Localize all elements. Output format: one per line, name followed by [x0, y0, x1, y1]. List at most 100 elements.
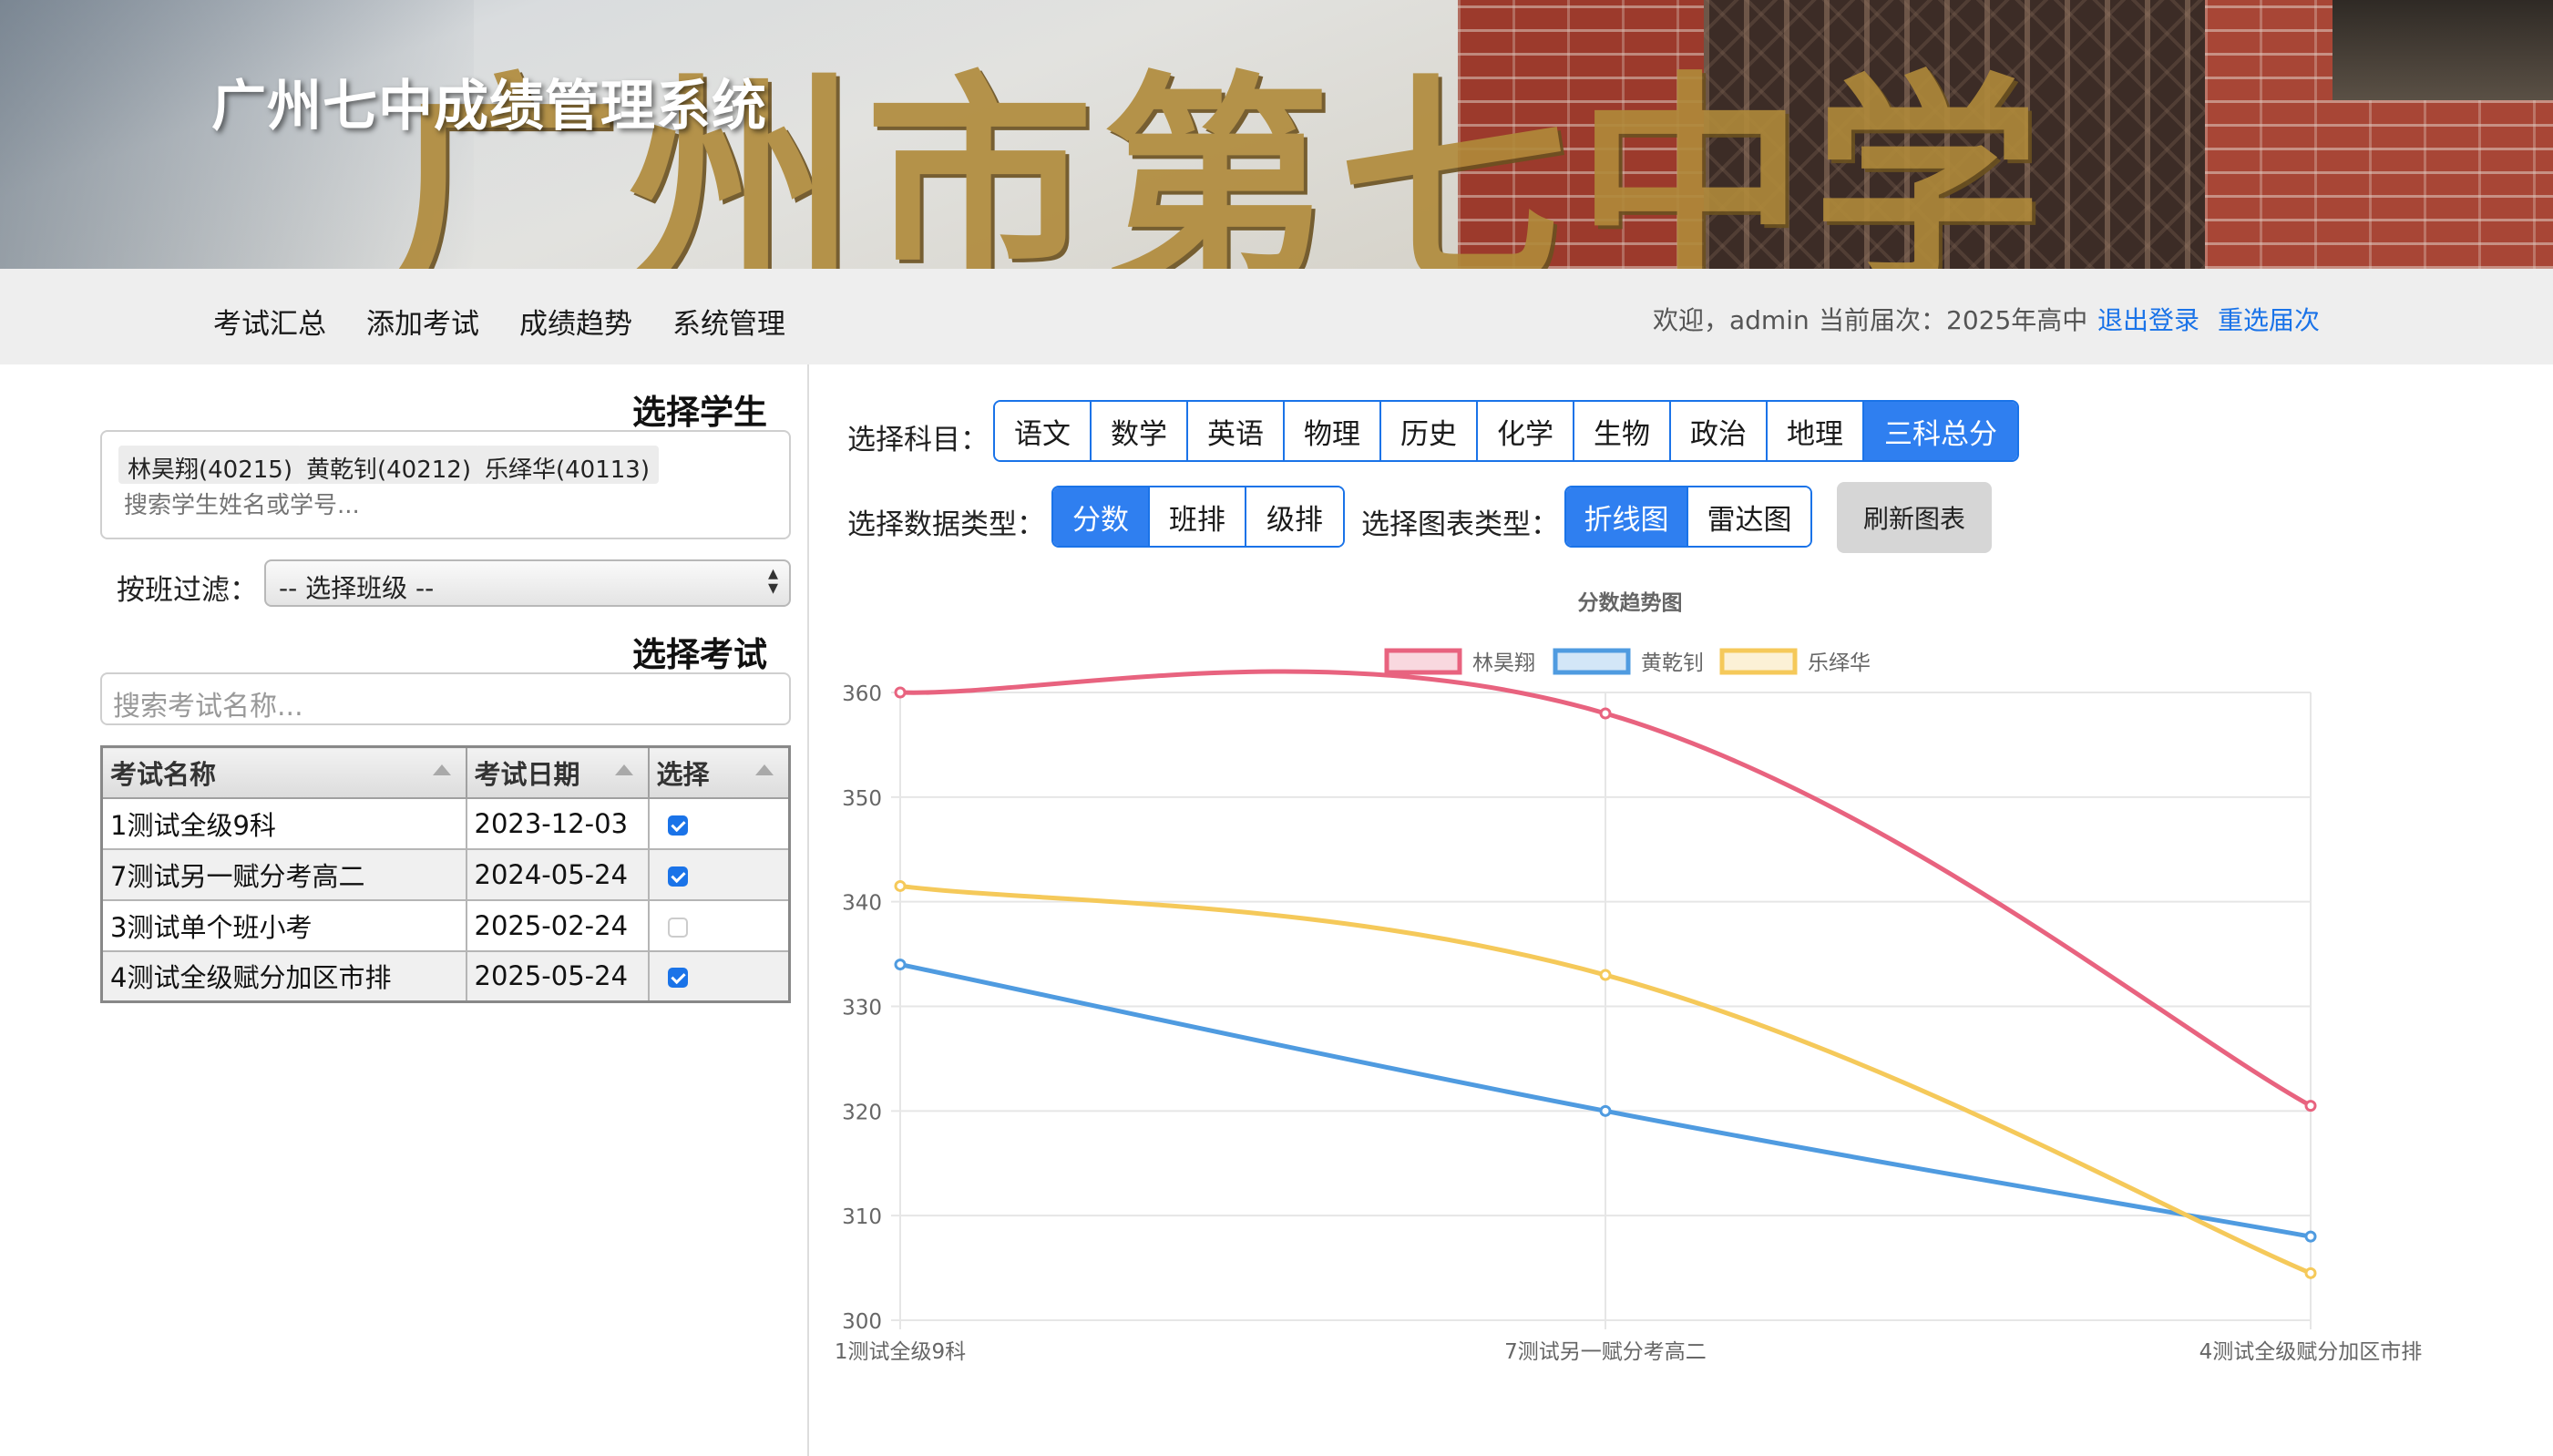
data-point	[1599, 707, 1612, 720]
column-header-exam-name[interactable]: 考试名称	[100, 745, 467, 799]
column-header-select[interactable]: 选择	[647, 745, 791, 799]
exam-table: 考试名称 考试日期 选择 1测试全级9科 2023-12-03 7测试另一赋分考高二…	[100, 745, 791, 1003]
table-row[interactable]: 3测试单个班小考 2025-02-24	[100, 898, 791, 952]
y-tick-label: 340	[842, 892, 882, 916]
exam-select-checkbox[interactable]	[667, 866, 688, 887]
x-tick-label: 1测试全级9科	[835, 1340, 966, 1364]
refresh-chart-button[interactable]: 刷新图表	[1837, 482, 1992, 553]
exam-select-cell	[647, 847, 791, 901]
chart-title: 分数趋势图	[1578, 591, 1683, 615]
data-point	[1599, 969, 1612, 981]
reselect-cohort-link[interactable]: 重选届次	[2218, 301, 2320, 337]
y-tick-label: 310	[842, 1205, 882, 1229]
subject-button-group: 语文 数学 英语 物理 历史 化学 生物 政治 地理 三科总分	[993, 400, 2019, 462]
exam-select-checkbox[interactable]	[667, 968, 688, 989]
chart-type-button[interactable]: 雷达图	[1688, 487, 1810, 546]
x-tick-label: 4测试全级赋分加区市排	[2199, 1340, 2423, 1364]
logout-link[interactable]: 退出登录	[2097, 301, 2199, 337]
sort-icon	[614, 764, 633, 775]
table-row[interactable]: 1测试全级9科 2023-12-03	[100, 796, 791, 850]
exam-search-input[interactable]: 搜索考试名称...	[100, 672, 791, 725]
data-point	[894, 959, 907, 971]
y-tick-label: 350	[842, 787, 882, 811]
exam-select-checkbox[interactable]	[667, 815, 688, 836]
chart-type-button[interactable]: 折线图	[1566, 487, 1688, 546]
select-arrows-icon: ▴ ▾	[767, 562, 778, 600]
subject-button[interactable]: 化学	[1478, 402, 1574, 460]
class-filter-label: 按班过滤：	[117, 574, 258, 607]
data-point	[894, 686, 907, 699]
exam-name-cell: 4测试全级赋分加区市排	[100, 949, 467, 1003]
student-chip[interactable]: 黄乾钊(40212)	[297, 446, 480, 484]
nav-item-add-exam[interactable]: 添加考试	[366, 301, 479, 342]
exam-name-cell: 7测试另一赋分考高二	[100, 847, 467, 901]
current-cohort: 当前届次：2025年高中	[1819, 305, 2088, 335]
subject-button[interactable]: 数学	[1092, 402, 1188, 460]
data-type-button[interactable]: 级排	[1246, 487, 1343, 546]
y-tick-label: 300	[842, 1310, 882, 1334]
legend-swatch	[1384, 648, 1462, 675]
exam-date-cell: 2025-02-24	[465, 898, 650, 952]
y-tick-label: 320	[842, 1101, 882, 1124]
chart-type-label: 选择图表类型：	[1361, 508, 1559, 541]
table-row[interactable]: 4测试全级赋分加区市排 2025-05-24	[100, 949, 791, 1003]
data-point	[1599, 1104, 1612, 1117]
exam-select-cell	[647, 796, 791, 850]
table-row[interactable]: 7测试另一赋分考高二 2024-05-24	[100, 847, 791, 901]
exam-select-checkbox[interactable]	[667, 917, 688, 938]
student-search-input[interactable]	[124, 492, 671, 519]
data-point	[2304, 1100, 2317, 1113]
data-point	[2304, 1230, 2317, 1243]
legend-label: 乐绎华	[1808, 651, 1871, 675]
series-line	[899, 669, 2312, 1108]
select-exam-title: 选择考试	[632, 635, 767, 674]
y-tick-label: 360	[842, 682, 882, 706]
header-banner: 广州市第七中学 广州七中成绩管理系统	[0, 0, 2553, 269]
data-type-button[interactable]: 班排	[1150, 487, 1246, 546]
data-point	[2304, 1266, 2317, 1279]
subject-button[interactable]: 生物	[1574, 402, 1671, 460]
subject-label: 选择科目：	[847, 424, 989, 456]
student-chip[interactable]: 林昊翔(40215)	[118, 446, 302, 484]
legend-label: 黄乾钊	[1641, 651, 1704, 675]
left-panel: 选择学生 林昊翔(40215) 黄乾钊(40212) 乐绎华(40113) 按班…	[0, 364, 809, 1456]
nav-item-score-trend[interactable]: 成绩趋势	[519, 301, 632, 342]
legend-swatch	[1719, 648, 1798, 675]
subject-button[interactable]: 语文	[995, 402, 1092, 460]
data-point	[894, 879, 907, 892]
subject-button[interactable]: 三科总分	[1864, 402, 2017, 460]
x-tick-label: 7测试另一赋分考高二	[1504, 1340, 1707, 1364]
student-selector[interactable]: 林昊翔(40215) 黄乾钊(40212) 乐绎华(40113)	[100, 430, 791, 539]
subject-button[interactable]: 物理	[1285, 402, 1381, 460]
legend-swatch	[1553, 648, 1631, 675]
nav-bar: 考试汇总 添加考试 成绩趋势 系统管理 欢迎，admin 当前届次：2025年高…	[0, 269, 2553, 364]
nav-item-exam-summary[interactable]: 考试汇总	[213, 301, 326, 342]
exam-date-cell: 2023-12-03	[465, 796, 650, 850]
exam-date-cell: 2024-05-24	[465, 847, 650, 901]
exam-name-cell: 1测试全级9科	[100, 796, 467, 850]
exam-name-cell: 3测试单个班小考	[100, 898, 467, 952]
series-line	[899, 962, 2312, 1239]
subject-button[interactable]: 英语	[1188, 402, 1285, 460]
subject-button[interactable]: 历史	[1381, 402, 1478, 460]
data-type-button-group: 分数 班排 级排	[1051, 486, 1345, 548]
nav-item-system-admin[interactable]: 系统管理	[672, 301, 785, 342]
legend-label: 林昊翔	[1472, 651, 1535, 675]
y-tick-label: 330	[842, 997, 882, 1020]
exam-select-cell	[647, 898, 791, 952]
banner-roof	[2333, 0, 2553, 100]
class-filter-select[interactable]: -- 选择班级 -- ▴ ▾	[264, 559, 791, 607]
select-student-title: 选择学生	[632, 393, 767, 432]
column-header-exam-date[interactable]: 考试日期	[465, 745, 650, 799]
class-filter-value: -- 选择班级 --	[279, 573, 435, 603]
student-chip[interactable]: 乐绎华(40113)	[476, 446, 659, 484]
exam-select-cell	[647, 949, 791, 1003]
chart-type-button-group: 折线图 雷达图	[1564, 486, 1812, 548]
data-type-button[interactable]: 分数	[1053, 487, 1150, 546]
data-type-label: 选择数据类型：	[847, 508, 1045, 541]
sort-icon	[432, 764, 451, 775]
series-line	[899, 883, 2312, 1276]
subject-button[interactable]: 政治	[1671, 402, 1768, 460]
sort-icon	[755, 764, 774, 775]
subject-button[interactable]: 地理	[1768, 402, 1864, 460]
